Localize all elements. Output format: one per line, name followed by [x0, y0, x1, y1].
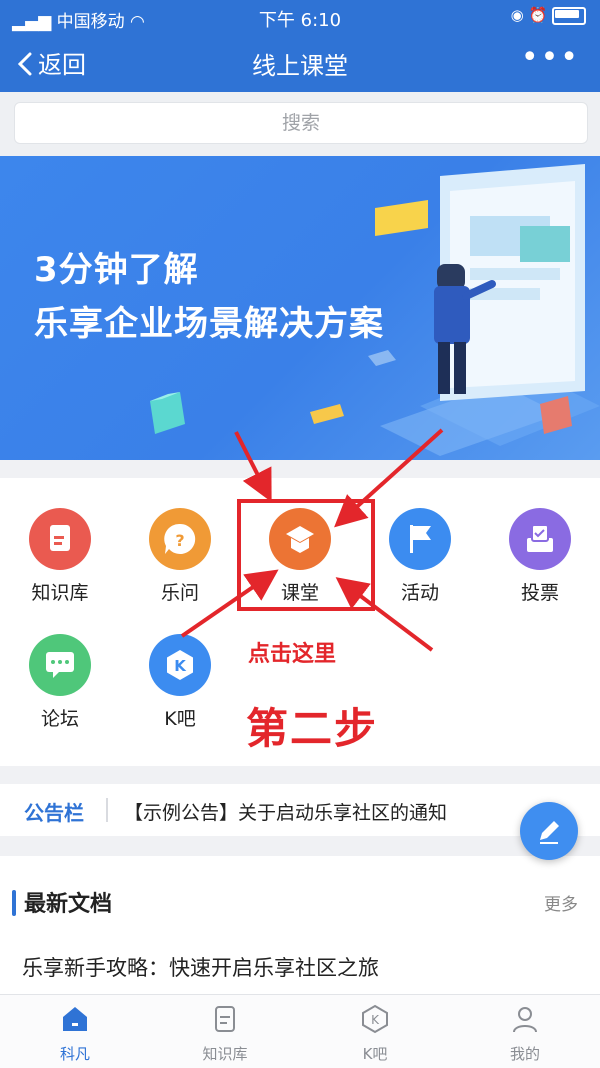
grid-item-forum[interactable]: 论坛	[0, 634, 120, 731]
tab-label: 科凡	[59, 1045, 90, 1063]
banner-title-line2: 乐享企业场景解决方案	[34, 304, 384, 344]
tab-knowledge-base[interactable]: 知识库	[150, 1003, 300, 1064]
svg-text:K: K	[174, 657, 187, 675]
grid-item-icon-bg	[389, 508, 451, 570]
grid-item-activity[interactable]: 活动	[360, 508, 480, 605]
annotation-click-here: 点击这里	[248, 642, 337, 667]
nav-bar: 返回 线上课堂 •••	[0, 34, 600, 92]
annotation-step-label: 第二步	[246, 704, 379, 753]
person-icon	[513, 1007, 537, 1033]
latest-docs-section: 最新文档 更多 乐享新手攻略：快速开启乐享社区之旅	[0, 856, 600, 994]
doc-list-item[interactable]: 乐享新手攻略：快速开启乐享社区之旅	[22, 952, 379, 982]
grid-item-label: 论坛	[40, 708, 79, 730]
grid-item-label: 知识库	[31, 582, 89, 604]
svg-text:K: K	[371, 1013, 380, 1027]
grid-item-icon-bg	[29, 634, 91, 696]
grid-item-vote[interactable]: 投票	[480, 508, 600, 605]
page-title: 线上课堂	[252, 52, 348, 80]
compose-button[interactable]	[520, 802, 578, 860]
more-menu-button[interactable]: •••	[521, 40, 580, 75]
flag-icon	[410, 525, 431, 553]
notice-text[interactable]: 【示例公告】关于启动乐享社区的通知	[124, 798, 447, 825]
grid-item-label: 乐问	[160, 582, 199, 604]
document-icon	[215, 1006, 235, 1032]
grid-item-knowledge-base[interactable]: 知识库	[0, 508, 120, 605]
pencil-icon	[540, 821, 559, 844]
grid-item-icon-bg: K	[149, 634, 211, 696]
banner-title-line1: 3分钟了解	[34, 250, 199, 290]
notice-bar[interactable]: 公告栏 【示例公告】关于启动乐享社区的通知	[0, 784, 600, 836]
rotation-lock-icon: ◉	[510, 6, 524, 24]
alarm-icon: ⏰	[528, 6, 548, 24]
notice-tag: 公告栏	[24, 801, 84, 825]
question-icon: ?	[164, 523, 196, 554]
document-icon	[50, 525, 70, 551]
section-gap	[0, 460, 600, 478]
status-bar: ▂▄▆ 中国移动 ◠ 下午 6:10 ◉ ⏰	[0, 0, 600, 34]
status-right-icons: ◉ ⏰	[511, 6, 586, 25]
section-accent-bar	[12, 890, 16, 916]
tab-home[interactable]: 科凡	[0, 1003, 150, 1064]
bottom-tab-bar: 科凡 知识库 K K吧 我的	[0, 994, 600, 1068]
grid-item-icon-bg	[509, 508, 571, 570]
grid-item-label: 活动	[400, 582, 439, 604]
docs-more-link[interactable]: 更多	[544, 890, 578, 915]
battery-icon	[552, 6, 586, 25]
promo-banner[interactable]: 3分钟了解 乐享企业场景解决方案	[0, 156, 600, 460]
grid-item-icon-bg: ?	[149, 508, 211, 570]
tab-kba[interactable]: K K吧	[300, 1003, 450, 1064]
tab-me[interactable]: 我的	[450, 1003, 600, 1064]
grid-item-label: K吧	[164, 708, 196, 730]
k-hexagon-icon: K	[167, 650, 193, 680]
tab-label: K吧	[362, 1045, 388, 1063]
tab-label: 我的	[509, 1045, 540, 1063]
section-title: 最新文档	[24, 892, 113, 917]
notice-divider	[106, 798, 108, 822]
k-hexagon-icon: K	[362, 1004, 388, 1034]
chat-bubble-icon	[46, 652, 74, 678]
home-icon	[63, 1007, 87, 1031]
grid-item-label: 投票	[520, 582, 559, 604]
svg-text:?: ?	[175, 531, 184, 550]
grid-item-kba[interactable]: K K吧	[120, 634, 240, 731]
section-gap	[0, 836, 600, 856]
annotation-highlight-box	[237, 499, 375, 611]
tab-label: 知识库	[202, 1045, 248, 1063]
search-area: 搜索	[0, 92, 600, 156]
ballot-box-icon	[527, 524, 553, 552]
grid-item-icon-bg	[29, 508, 91, 570]
grid-item-lewen[interactable]: ? 乐问	[120, 508, 240, 605]
search-input[interactable]: 搜索	[14, 102, 588, 144]
section-gap	[0, 766, 600, 784]
